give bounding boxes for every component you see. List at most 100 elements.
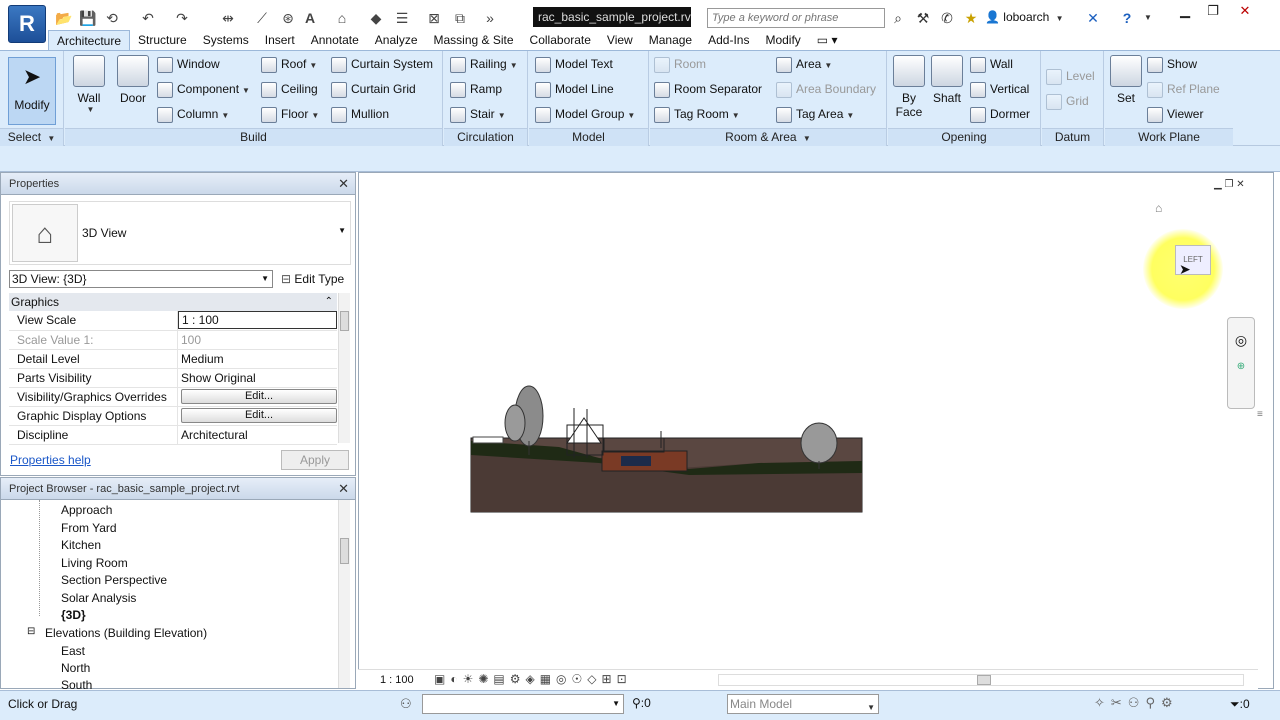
scroll-thumb[interactable] (340, 311, 349, 331)
horizontal-scrollbar[interactable] (718, 674, 1244, 686)
binoculars-icon[interactable]: ⌕ (888, 8, 908, 28)
open-icon[interactable]: 📂 (54, 8, 74, 28)
property-value[interactable]: Medium (177, 349, 337, 369)
tree-collapse-icon[interactable]: ⊟ (27, 626, 35, 637)
undo-icon[interactable]: ↶ (138, 8, 158, 28)
selection-toggle-icons[interactable]: ✧✂⚇⚲⚙ (1094, 695, 1179, 711)
viewcube-home-icon[interactable]: ⌂ (1155, 201, 1162, 215)
room-separator-button[interactable]: Room Separator (654, 78, 762, 100)
browser-view-living-room[interactable]: Living Room (61, 556, 128, 570)
active-workset-dropdown[interactable]: ▼ (422, 694, 624, 714)
browser-view-solar-analysis[interactable]: Solar Analysis (61, 591, 136, 605)
door-button[interactable]: Door (115, 55, 151, 105)
browser-view-section-perspective[interactable]: Section Perspective (61, 573, 167, 587)
tab-structure[interactable]: Structure (130, 30, 195, 50)
graphics-group-header[interactable]: Graphics ⌃ (9, 293, 337, 311)
tag-area-button[interactable]: Tag Area ▼ (776, 103, 854, 125)
curtain-system-button[interactable]: Curtain System (331, 53, 433, 75)
default-3d-view-icon[interactable]: ⌂ (332, 8, 352, 28)
tab-add-ins[interactable]: Add-Ins (700, 30, 757, 50)
subscription-center-icon[interactable]: ⚒ (913, 8, 933, 28)
worksets-icon[interactable]: ⚇ (400, 696, 412, 712)
browser-view-kitchen[interactable]: Kitchen (61, 538, 101, 552)
properties-scrollbar[interactable] (338, 293, 350, 443)
application-menu-button[interactable]: R (8, 5, 46, 43)
wall-button[interactable]: Wall ▼ (71, 55, 107, 114)
design-option-dropdown[interactable]: Main Model ▼ (727, 694, 879, 714)
view-control-icons[interactable]: ▣◐☀✺▤⚙◈▦◎☉◇⊞⊡ (434, 672, 632, 686)
set-work-plane-button[interactable]: Set (1109, 55, 1143, 105)
window-button[interactable]: Window (157, 53, 220, 75)
browser-view-approach[interactable]: Approach (61, 503, 112, 517)
save-icon[interactable]: 💾 (78, 8, 98, 28)
by-face-button[interactable]: By Face (892, 55, 926, 119)
drawing-area-3d-view[interactable]: ▁ ❐ ✕ ⌂ LEFT ➤ ◎ ⊕ ≡ (358, 172, 1274, 689)
tab-annotate[interactable]: Annotate (303, 30, 367, 50)
help-search-input[interactable] (707, 8, 885, 28)
property-value[interactable]: Architectural (177, 425, 337, 445)
exchange-apps-icon[interactable]: ✕ (1083, 8, 1103, 28)
view-window-controls[interactable]: ▁ ❐ ✕ (1214, 179, 1245, 190)
close-icon[interactable]: ✕ (338, 173, 349, 195)
selection-filter[interactable]: ⏷:0 (1230, 697, 1250, 712)
vg-overrides-edit-button[interactable]: Edit... (181, 389, 337, 404)
show-work-plane-button[interactable]: Show (1147, 53, 1197, 75)
steering-wheel-icon[interactable]: ◎ (1228, 332, 1254, 349)
browser-view-north[interactable]: North (61, 661, 90, 675)
communication-center-icon[interactable]: ✆ (937, 8, 957, 28)
mullion-button[interactable]: Mullion (331, 103, 389, 125)
area-button[interactable]: Area ▼ (776, 53, 832, 75)
view-scale-input[interactable]: 1 : 100 (178, 311, 337, 330)
curtain-grid-button[interactable]: Curtain Grid (331, 78, 416, 100)
scroll-thumb[interactable] (340, 538, 349, 564)
browser-scrollbar[interactable] (338, 500, 350, 688)
stair-button[interactable]: Stair ▼ (450, 103, 506, 125)
railing-button[interactable]: Railing ▼ (450, 53, 518, 75)
favorites-star-icon[interactable]: ★ (961, 8, 981, 28)
browser-group-elevations[interactable]: Elevations (Building Elevation) (45, 626, 207, 640)
minimize-icon[interactable]: ▁ (1172, 2, 1198, 20)
scroll-thumb[interactable] (977, 675, 991, 685)
browser-view-east[interactable]: East (61, 644, 85, 658)
grid-button[interactable]: Grid (1046, 90, 1089, 112)
roof-button[interactable]: Roof ▼ (261, 53, 317, 75)
tab-collaborate[interactable]: Collaborate (522, 30, 599, 50)
tab-architecture[interactable]: Architecture (48, 30, 131, 50)
tag-room-button[interactable]: Tag Room ▼ (654, 103, 740, 125)
close-hidden-windows-icon[interactable]: ⊠ (424, 8, 444, 28)
editable-only-toggle[interactable]: ⚲:0 (632, 696, 651, 710)
help-icon[interactable]: ? (1117, 8, 1137, 28)
zoom-icon[interactable]: ⊕ (1228, 361, 1254, 372)
floor-button[interactable]: Floor ▼ (261, 103, 319, 125)
model-text-button[interactable]: Model Text (535, 53, 613, 75)
measure-icon[interactable]: ⇹ (218, 8, 238, 28)
ribbon-minimize-toggle[interactable]: ▭ ▾ (809, 30, 846, 50)
help-dropdown-icon[interactable]: ▼ (1138, 8, 1158, 28)
close-icon[interactable]: ✕ (338, 478, 349, 500)
tab-systems[interactable]: Systems (195, 30, 257, 50)
browser-view-3d-active[interactable]: {3D} (61, 608, 86, 622)
text-icon[interactable]: A (300, 8, 320, 28)
area-boundary-button[interactable]: Area Boundary (776, 78, 876, 100)
view-instance-selector[interactable]: 3D View: {3D} ▼ (9, 270, 273, 288)
type-selector[interactable]: ⌂ 3D View ▼ (9, 201, 351, 265)
column-button[interactable]: Column ▼ (157, 103, 229, 125)
properties-help-link[interactable]: Properties help (10, 453, 91, 467)
ramp-button[interactable]: Ramp (450, 78, 502, 100)
maximize-icon[interactable]: ❐ (1200, 2, 1226, 20)
level-button[interactable]: Level (1046, 65, 1095, 87)
ref-plane-button[interactable]: Ref Plane (1147, 78, 1220, 100)
property-value[interactable]: Show Original (177, 368, 337, 388)
room-button[interactable]: Room (654, 53, 706, 75)
tag-icon[interactable]: ⊛ (278, 8, 298, 28)
thin-lines-icon[interactable]: ☰ (392, 8, 412, 28)
view-scale-control[interactable]: 1 : 100 (380, 674, 414, 686)
shaft-button[interactable]: Shaft (930, 55, 964, 105)
close-icon[interactable]: ✕ (1232, 2, 1258, 20)
model-group-button[interactable]: Model Group ▼ (535, 103, 635, 125)
scrollbar-grip-icon[interactable]: ≡ (1257, 409, 1263, 420)
browser-view-from-yard[interactable]: From Yard (61, 521, 117, 535)
tab-view[interactable]: View (599, 30, 641, 50)
ceiling-button[interactable]: Ceiling (261, 78, 318, 100)
room-area-dropdown[interactable]: Room & Area ▼ (650, 128, 886, 146)
